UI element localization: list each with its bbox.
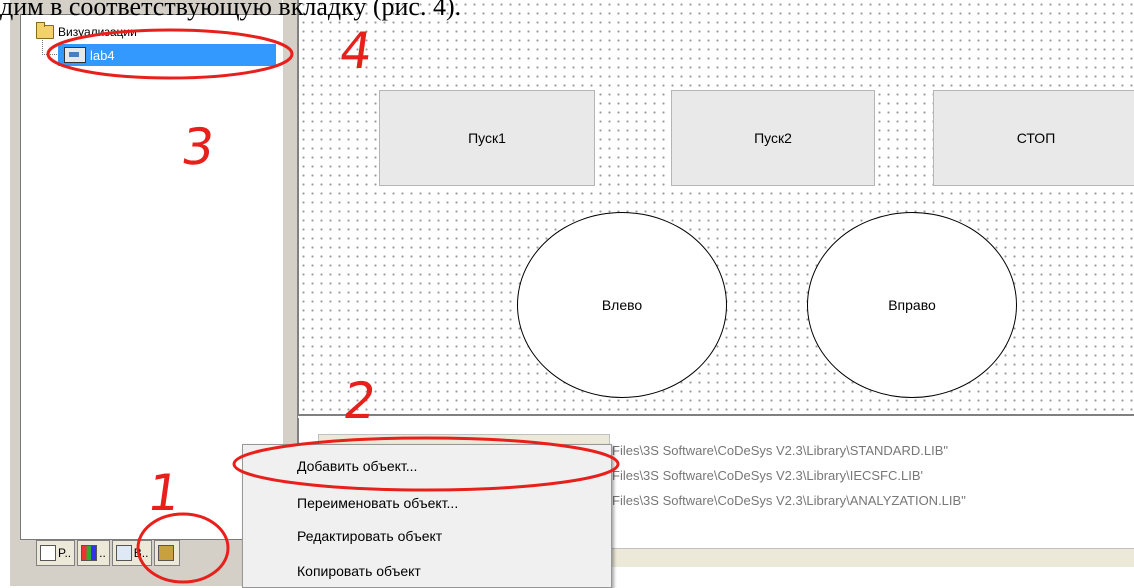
library-line: Files\3S Software\CoDeSys V2.3\Library\S…: [612, 443, 948, 458]
tab-visualizations[interactable]: B..: [111, 540, 153, 566]
document-caption: дим в соответствующую вкладку (рис. 4).: [0, 0, 462, 21]
left-ellipse[interactable]: Влево: [517, 212, 727, 398]
right-ellipse[interactable]: Вправо: [807, 212, 1017, 398]
menu-item-edit-object[interactable]: Редактировать объект: [297, 528, 442, 544]
visualization-canvas[interactable]: Пуск1 Пуск2 СТОП Влево Вправо: [298, 0, 1134, 416]
start2-button[interactable]: Пуск2: [671, 90, 875, 186]
start1-button[interactable]: Пуск1: [379, 90, 595, 186]
tab-label: B..: [133, 546, 149, 560]
tab-label: ..: [99, 546, 106, 560]
library-line: Files\3S Software\CoDeSys V2.3\Library\I…: [612, 468, 923, 483]
visualization-icon: [64, 47, 86, 63]
tree-root-label: Визуализации: [58, 25, 137, 39]
library-line: Files\3S Software\CoDeSys V2.3\Library\A…: [612, 493, 966, 508]
folder-icon: [36, 22, 54, 39]
pou-icon: [40, 545, 56, 561]
menu-item-copy-object[interactable]: Копировать объект: [297, 563, 421, 579]
menu-item-rename-object[interactable]: Переименовать объект...: [297, 495, 458, 511]
tab-pous[interactable]: P..: [36, 540, 76, 566]
resources-icon: [158, 545, 175, 561]
object-tab-bar: P.. .. B..: [36, 540, 181, 566]
tab-label: P..: [58, 546, 72, 560]
tree-item-lab4[interactable]: lab4: [58, 44, 276, 66]
stop-button[interactable]: СТОП: [933, 90, 1134, 186]
context-menu: Добавить объект... Переименовать объект.…: [242, 444, 612, 588]
menu-item-add-object[interactable]: Добавить объект...: [297, 458, 417, 474]
visualization-icon: [115, 545, 132, 561]
datatypes-icon: [81, 545, 98, 561]
tab-resources[interactable]: [154, 540, 181, 566]
tab-datatypes[interactable]: ..: [77, 540, 110, 566]
tree-item-label: lab4: [90, 47, 115, 63]
tree-connector: [42, 38, 57, 55]
